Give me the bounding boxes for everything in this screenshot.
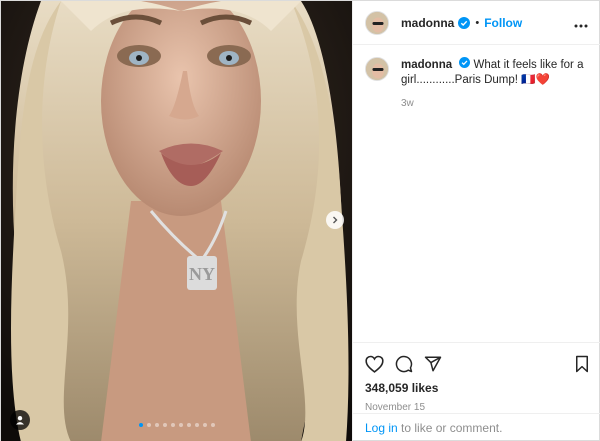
post-media[interactable]: NY bbox=[1, 1, 352, 441]
avatar-image bbox=[366, 11, 388, 34]
caption-timestamp[interactable]: 3w bbox=[401, 96, 593, 111]
share-icon[interactable] bbox=[424, 355, 442, 373]
comment-icon[interactable] bbox=[395, 355, 413, 373]
post-header: madonna • Follow bbox=[353, 1, 600, 45]
avatar[interactable] bbox=[365, 10, 389, 35]
caption-avatar[interactable] bbox=[365, 57, 389, 81]
carousel-dot bbox=[186, 423, 191, 427]
verified-badge-icon bbox=[458, 16, 471, 29]
login-prompt: Log in to like or comment. bbox=[353, 413, 600, 441]
more-options-icon[interactable] bbox=[574, 15, 588, 33]
carousel-dot bbox=[162, 423, 167, 427]
carousel-dot bbox=[210, 423, 215, 427]
carousel-dot bbox=[154, 423, 159, 427]
bookmark-icon[interactable] bbox=[574, 355, 590, 373]
chevron-right-icon bbox=[333, 216, 338, 224]
post-actions: 348,059 likes November 15 bbox=[353, 342, 600, 413]
verified-badge-icon bbox=[459, 57, 471, 68]
avatar-image bbox=[366, 58, 388, 80]
caption-username[interactable]: madonna bbox=[401, 59, 452, 71]
likes-count[interactable]: 348,059 likes bbox=[365, 381, 590, 395]
svg-text:NY: NY bbox=[189, 264, 215, 284]
post-side-panel: madonna • Follow madonna What it feels l… bbox=[352, 1, 600, 441]
heart-icon[interactable] bbox=[365, 355, 384, 373]
carousel-dot bbox=[146, 423, 151, 427]
carousel-indicator bbox=[1, 423, 352, 427]
post-caption: madonna What it feels like for a girl...… bbox=[365, 57, 593, 111]
username[interactable]: madonna bbox=[401, 16, 454, 30]
post-date: November 15 bbox=[365, 402, 426, 413]
login-prompt-text: to like or comment. bbox=[397, 421, 503, 435]
separator-dot: • bbox=[475, 16, 480, 29]
follow-button[interactable]: Follow bbox=[484, 16, 522, 30]
carousel-dot bbox=[178, 423, 183, 427]
instagram-post: NY madonna • Follow madonna What it feel… bbox=[0, 0, 600, 441]
post-photo: NY bbox=[1, 1, 352, 441]
carousel-dot bbox=[170, 423, 175, 427]
tagged-users-button[interactable] bbox=[10, 410, 30, 430]
carousel-dot bbox=[202, 423, 207, 427]
login-link[interactable]: Log in bbox=[365, 421, 398, 435]
carousel-dot bbox=[138, 423, 143, 427]
next-slide-button[interactable] bbox=[326, 211, 344, 229]
carousel-dot bbox=[194, 423, 199, 427]
